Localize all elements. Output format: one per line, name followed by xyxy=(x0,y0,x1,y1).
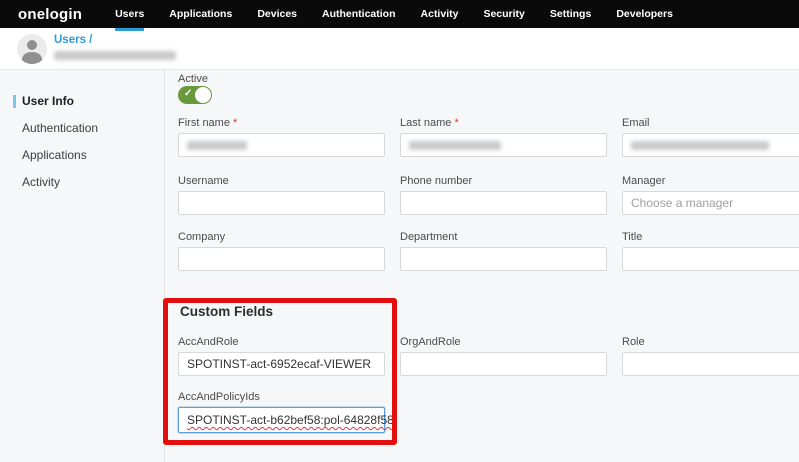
nav-items: Users Applications Devices Authenticatio… xyxy=(115,0,673,28)
active-toggle-label: Active xyxy=(178,73,208,85)
company-input[interactable] xyxy=(178,247,385,271)
onelogin-logo[interactable]: onelogin xyxy=(18,6,82,23)
acc-and-policy-ids-field: AccAndPolicyIds SPOTINST-act-b62bef58:po… xyxy=(178,391,385,433)
username-input[interactable] xyxy=(178,191,385,215)
sidebar-item-applications[interactable]: Applications xyxy=(0,142,164,169)
title-field: Title xyxy=(622,231,799,271)
sidebar-item-authentication[interactable]: Authentication xyxy=(0,115,164,142)
phone-number-field: Phone number xyxy=(400,175,607,215)
nav-item-devices[interactable]: Devices xyxy=(257,0,297,28)
required-asterisk: * xyxy=(233,117,237,129)
nav-item-activity[interactable]: Activity xyxy=(421,0,459,28)
phone-number-input[interactable] xyxy=(400,191,607,215)
org-and-role-field: OrgAndRole xyxy=(400,336,607,376)
sidebar-item-user-info[interactable]: User Info xyxy=(0,88,164,115)
username-field: Username xyxy=(178,175,385,215)
nav-item-security[interactable]: Security xyxy=(483,0,524,28)
breadcrumb-users-link[interactable]: Users / xyxy=(54,34,92,46)
last-name-field: Last name * xyxy=(400,117,607,157)
toggle-knob xyxy=(195,87,211,103)
nav-item-users[interactable]: Users xyxy=(115,0,144,28)
title-input[interactable] xyxy=(622,247,799,271)
org-and-role-input[interactable] xyxy=(400,352,607,376)
redacted-text xyxy=(409,141,501,150)
manager-input[interactable] xyxy=(622,191,799,215)
email-field: Email xyxy=(622,117,799,157)
last-name-input[interactable] xyxy=(400,133,607,157)
nav-item-developers[interactable]: Developers xyxy=(616,0,673,28)
acc-and-role-field: AccAndRole xyxy=(178,336,385,376)
onelogin-user-page: onelogin Users Applications Devices Auth… xyxy=(0,0,799,462)
form-row-3: Company Department Title xyxy=(178,231,799,271)
department-field: Department xyxy=(400,231,607,271)
custom-fields-heading: Custom Fields xyxy=(180,304,273,319)
sidebar: User Info Authentication Applications Ac… xyxy=(0,70,165,462)
user-avatar-icon xyxy=(17,34,47,64)
active-toggle[interactable]: ✓ xyxy=(178,86,212,104)
department-input[interactable] xyxy=(400,247,607,271)
custom-fields-row-2: AccAndPolicyIds SPOTINST-act-b62bef58:po… xyxy=(178,391,385,433)
first-name-input[interactable] xyxy=(178,133,385,157)
role-input[interactable] xyxy=(622,352,799,376)
first-name-field: First name * xyxy=(178,117,385,157)
acc-and-policy-ids-input[interactable]: SPOTINST-act-b62bef58:pol-64828f58 xyxy=(178,407,385,433)
manager-field: Manager xyxy=(622,175,799,215)
custom-fields-row-1: AccAndRole OrgAndRole Role xyxy=(178,336,799,376)
redacted-text xyxy=(187,141,247,150)
form-row-1: First name * Last name * Email xyxy=(178,117,799,157)
nav-item-settings[interactable]: Settings xyxy=(550,0,591,28)
sidebar-item-activity[interactable]: Activity xyxy=(0,169,164,196)
redacted-user-name xyxy=(54,51,176,60)
nav-item-authentication[interactable]: Authentication xyxy=(322,0,396,28)
redacted-text xyxy=(631,141,769,150)
active-indicator-bar xyxy=(13,95,16,108)
nav-item-applications[interactable]: Applications xyxy=(169,0,232,28)
check-icon: ✓ xyxy=(184,88,192,99)
user-info-form: Active ✓ First name * Last name * Email xyxy=(165,70,799,462)
role-field: Role xyxy=(622,336,799,376)
top-nav: onelogin Users Applications Devices Auth… xyxy=(0,0,799,28)
page-header: Users / xyxy=(0,28,799,70)
acc-and-role-input[interactable] xyxy=(178,352,385,376)
company-field: Company xyxy=(178,231,385,271)
form-row-2: Username Phone number Manager xyxy=(178,175,799,215)
required-asterisk: * xyxy=(454,117,458,129)
email-input[interactable] xyxy=(622,133,799,157)
